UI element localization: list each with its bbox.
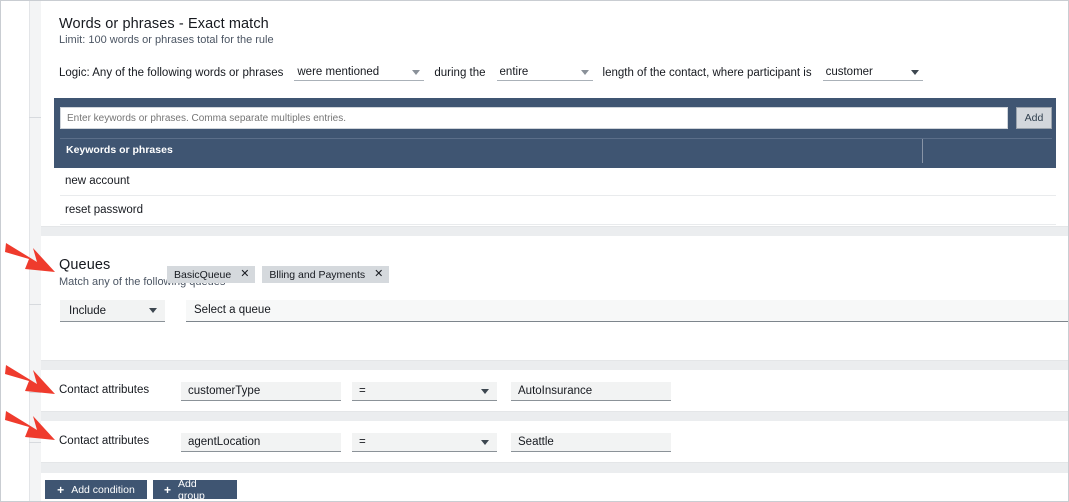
include-dropdown-value: Include	[69, 304, 107, 317]
annotation-arrow-attr-1	[3, 407, 61, 447]
logic-suffix-label: length of the contact, where participant…	[602, 66, 812, 79]
attribute-value-input[interactable]: AutoInsurance	[511, 382, 671, 401]
conditions-content: Words or phrases - Exact match Limit: 10…	[41, 1, 1068, 501]
chevron-down-icon	[412, 69, 421, 75]
contact-attributes-label: Contact attributes	[59, 435, 150, 447]
duration-dropdown[interactable]: entire	[496, 64, 593, 81]
logic-mid-label: during the	[434, 66, 486, 79]
words-section-subtitle: Limit: 100 words or phrases total for th…	[59, 34, 274, 46]
queue-select-input[interactable]: Select a queue	[186, 300, 1068, 322]
queues-section: Queues Match any of the following queues…	[41, 236, 1068, 361]
queue-tag-label: BasicQueue	[174, 268, 232, 281]
participant-dropdown[interactable]: customer	[822, 64, 923, 81]
logic-prefix-label: Logic: Any of the following words or phr…	[59, 66, 284, 79]
rail-tick-words	[29, 117, 41, 118]
words-or-phrases-section: Words or phrases - Exact match Limit: 10…	[41, 1, 1068, 227]
mentioned-dropdown[interactable]: were mentioned	[294, 64, 425, 81]
keywords-column-header: Keywords or phrases	[66, 144, 173, 156]
attribute-operator-value: =	[359, 436, 366, 448]
keywords-table-header: Keywords or phrases	[60, 138, 1052, 163]
chevron-down-icon	[481, 388, 489, 394]
attribute-key-input[interactable]: agentLocation	[181, 433, 341, 452]
queues-section-title: Queues	[59, 257, 111, 273]
keyword-entry-panel: Add Keywords or phrases	[54, 98, 1056, 168]
add-condition-button[interactable]: + Add condition	[45, 480, 147, 499]
participant-dropdown-value: customer	[825, 66, 873, 78]
plus-icon: +	[57, 482, 65, 497]
keywords-column-divider	[922, 139, 923, 163]
chevron-down-icon	[149, 308, 157, 313]
attribute-operator-value: =	[359, 385, 366, 397]
add-condition-label: Add condition	[71, 483, 135, 496]
add-keyword-button[interactable]: Add	[1016, 107, 1052, 129]
close-icon[interactable]: ✕	[374, 269, 383, 280]
annotation-arrow-queues	[3, 239, 61, 279]
contact-attributes-condition: Contact attributes agentLocation = Seatt…	[41, 421, 1068, 463]
rule-editor-panel: Words or phrases - Exact match Limit: 10…	[0, 0, 1069, 502]
queue-tag[interactable]: BasicQueue ✕	[167, 266, 256, 283]
table-row[interactable]: reset password	[60, 196, 1056, 225]
attribute-operator-dropdown[interactable]: =	[352, 433, 497, 452]
annotation-arrow-attr-0	[3, 361, 61, 401]
selected-queue-tags: BasicQueue ✕ Blling and Payments ✕	[167, 266, 390, 283]
close-icon[interactable]: ✕	[240, 269, 249, 280]
chevron-down-icon	[580, 69, 589, 75]
queue-tag[interactable]: Blling and Payments ✕	[262, 266, 390, 283]
attribute-key-input[interactable]: customerType	[181, 382, 341, 401]
chevron-down-icon	[481, 439, 489, 445]
queue-tag-label: Blling and Payments	[269, 268, 366, 281]
rail-tick-queues	[29, 304, 41, 305]
contact-attributes-label: Contact attributes	[59, 384, 150, 396]
mentioned-dropdown-value: were mentioned	[297, 66, 380, 78]
include-dropdown[interactable]: Include	[60, 300, 165, 322]
duration-dropdown-value: entire	[499, 66, 529, 78]
contact-attributes-condition: Contact attributes customerType = AutoIn…	[41, 370, 1068, 412]
attribute-operator-dropdown[interactable]: =	[352, 382, 497, 401]
add-group-label: Add group	[178, 477, 205, 502]
words-section-title: Words or phrases - Exact match	[59, 16, 269, 32]
conditions-footer: + Add condition + Add group	[41, 473, 1068, 502]
attribute-value-input[interactable]: Seattle	[511, 433, 671, 452]
add-group-button[interactable]: + Add group	[153, 477, 237, 502]
chevron-down-icon	[910, 69, 919, 75]
keyword-input[interactable]	[60, 107, 1008, 129]
queue-selector-row: Include Select a queue	[60, 300, 1068, 322]
logic-row: Logic: Any of the following words or phr…	[59, 64, 923, 81]
plus-icon: +	[164, 482, 172, 497]
table-row[interactable]: new account	[60, 167, 1056, 196]
